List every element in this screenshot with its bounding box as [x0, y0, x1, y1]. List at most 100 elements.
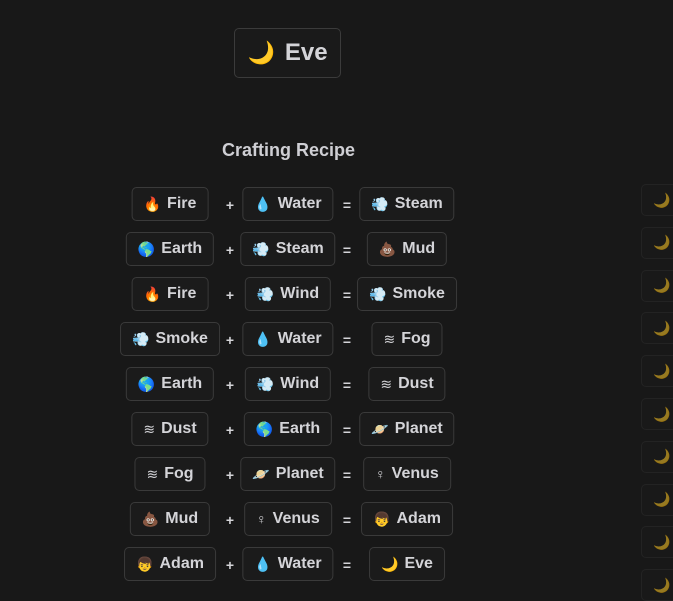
element-label: Adam	[159, 555, 204, 572]
recipe-result[interactable]: 🌙 Eve	[369, 547, 445, 581]
element-icon: 🔥	[143, 286, 162, 302]
element-label: Fire	[167, 285, 197, 302]
side-item[interactable]: 🌙	[641, 398, 673, 430]
element-icon: 🪐	[371, 421, 389, 437]
element-label: Dust	[161, 420, 197, 437]
equals-sign: =	[342, 422, 352, 438]
element-icon: 🌎	[137, 241, 156, 257]
element-label: Planet	[275, 465, 324, 482]
element-icon: 👦	[136, 556, 154, 572]
moon-icon: 🌙	[247, 40, 275, 65]
element-icon: ♀	[375, 466, 386, 482]
crafting-recipe-heading: Crafting Recipe	[221, 140, 356, 160]
result-label: Eve	[284, 39, 328, 66]
element-label: Dust	[398, 375, 434, 392]
element-icon: ≋	[380, 376, 393, 392]
recipe-row: ≋ Fog + 🪐 Planet = ♀ Venus	[0, 457, 600, 491]
ingredient-b[interactable]: ♀ Venus	[244, 502, 332, 536]
recipe-row: 💩 Mud + ♀ Venus = 👦 Adam	[0, 502, 600, 536]
ingredient-b[interactable]: 💨 Steam	[240, 232, 336, 266]
moon-icon: 🌙	[653, 191, 671, 208]
plus-sign: +	[225, 512, 235, 528]
equals-sign: =	[342, 287, 352, 303]
side-item[interactable]: 🌙	[641, 184, 673, 216]
element-icon: ≋	[383, 331, 396, 347]
recipe-row: 💨 Smoke + 💧 Water = ≋ Fog	[0, 322, 600, 356]
element-icon: 💩	[141, 511, 160, 527]
ingredient-a[interactable]: 🌎 Earth	[125, 232, 215, 266]
ingredient-b[interactable]: 💨 Wind	[244, 367, 332, 401]
moon-icon: 🌙	[653, 405, 671, 422]
element-icon: ♀	[256, 511, 267, 527]
element-label: Steam	[394, 195, 443, 212]
recipe-result[interactable]: ≋ Fog	[371, 322, 443, 356]
moon-icon: 🌙	[653, 319, 671, 336]
ingredient-a[interactable]: 🔥 Fire	[131, 187, 209, 221]
ingredient-b[interactable]: 🪐 Planet	[240, 457, 336, 491]
recipe-result[interactable]: 💨 Steam	[359, 187, 455, 221]
recipe-row: 🔥 Fire + 💨 Wind = 💨 Smoke	[0, 277, 600, 311]
element-label: Wind	[280, 375, 320, 392]
ingredient-b[interactable]: 🌎 Earth	[243, 412, 333, 446]
plus-sign: +	[225, 197, 235, 213]
element-label: Fog	[164, 465, 194, 482]
recipe-result[interactable]: 🪐 Planet	[359, 412, 455, 446]
side-item[interactable]: 🌙	[641, 483, 673, 516]
recipe-result[interactable]: 💩 Mud	[366, 232, 448, 266]
ingredient-b[interactable]: 💧 Water	[242, 187, 334, 221]
element-label: Water	[277, 555, 322, 572]
side-item[interactable]: 🌙	[641, 312, 673, 345]
recipe-result[interactable]: ≋ Dust	[368, 367, 446, 401]
recipe-result[interactable]: 💨 Smoke	[357, 277, 457, 311]
ingredient-b[interactable]: 💨 Wind	[244, 277, 332, 311]
element-icon: 💧	[254, 196, 272, 212]
recipe-row: 🌎 Earth + 💨 Steam = 💩 Mud	[0, 232, 600, 266]
plus-sign: +	[225, 377, 235, 393]
element-label: Wind	[280, 285, 320, 302]
element-label: Mud	[165, 510, 199, 527]
element-icon: 💩	[378, 241, 397, 257]
side-item[interactable]: 🌙	[641, 269, 673, 302]
element-icon: 👦	[373, 511, 391, 527]
plus-sign: +	[225, 557, 235, 573]
ingredient-a[interactable]: ≋ Dust	[131, 412, 209, 446]
element-label: Water	[277, 330, 322, 347]
ingredient-a[interactable]: 🔥 Fire	[131, 277, 209, 311]
moon-icon: 🌙	[653, 448, 671, 465]
ingredient-b[interactable]: 💧 Water	[242, 547, 334, 581]
element-icon: 💨	[252, 241, 270, 257]
recipe-row: 👦 Adam + 💧 Water = 🌙 Eve	[0, 547, 600, 581]
element-icon: 💨	[371, 196, 389, 212]
recipe-result[interactable]: 👦 Adam	[361, 502, 453, 536]
plus-sign: +	[225, 287, 235, 303]
moon-icon: 🌙	[653, 362, 671, 379]
equals-sign: =	[342, 512, 352, 528]
element-icon: 💧	[254, 331, 272, 347]
equals-sign: =	[342, 557, 352, 573]
equals-sign: =	[342, 467, 352, 483]
ingredient-b[interactable]: 💧 Water	[242, 322, 334, 356]
plus-sign: +	[225, 422, 235, 438]
recipe-row: 🌎 Earth + 💨 Wind = ≋ Dust	[0, 367, 600, 401]
side-item[interactable]: 🌙	[641, 355, 673, 388]
element-label: Earth	[161, 375, 203, 392]
ingredient-a[interactable]: 🌎 Earth	[125, 367, 215, 401]
recipe-result[interactable]: ♀ Venus	[363, 457, 451, 491]
equals-sign: =	[342, 332, 352, 348]
side-item[interactable]: 🌙	[641, 226, 673, 259]
side-item[interactable]: 🌙	[641, 526, 673, 559]
element-label: Earth	[279, 420, 321, 437]
ingredient-a[interactable]: ≋ Fog	[134, 457, 206, 491]
element-icon: 🔥	[143, 196, 162, 212]
element-label: Eve	[404, 555, 433, 572]
plus-sign: +	[225, 242, 235, 258]
ingredient-a[interactable]: 💩 Mud	[129, 502, 211, 536]
ingredient-a[interactable]: 💨 Smoke	[120, 322, 220, 356]
element-label: Mud	[402, 240, 436, 257]
element-label: Planet	[394, 420, 443, 437]
result-item[interactable]: 🌙 Eve	[234, 28, 341, 78]
side-item[interactable]: 🌙	[641, 440, 673, 473]
side-item[interactable]: 🌙	[641, 569, 673, 601]
recipe-row: ≋ Dust + 🌎 Earth = 🪐 Planet	[0, 412, 600, 446]
ingredient-a[interactable]: 👦 Adam	[124, 547, 216, 581]
